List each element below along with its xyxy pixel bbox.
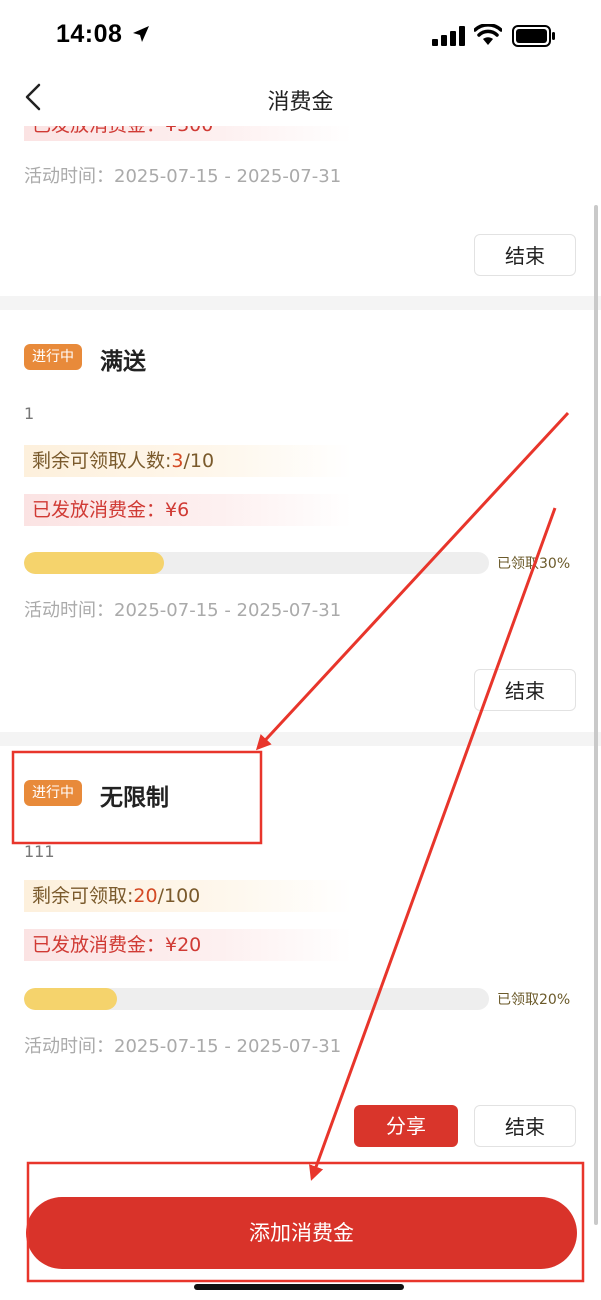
activity-time: 活动时间：2025-07-15 - 2025-07-31	[24, 162, 341, 188]
activity-time: 活动时间：2025-07-15 - 2025-07-31	[24, 1032, 341, 1058]
add-consumption-credit-button[interactable]: 添加消费金	[26, 1197, 577, 1269]
remaining-value: 20	[133, 885, 158, 907]
activity-time-range: 2025-07-15 - 2025-07-31	[114, 166, 342, 187]
remaining-count: 剩余可领取:20/100	[24, 880, 352, 912]
card-divider	[0, 732, 601, 746]
activity-time-label: 活动时间：	[24, 600, 114, 621]
progress-fill	[24, 988, 117, 1010]
campaign-description: 1	[24, 404, 35, 423]
campaign-card: 进行中 无限制 111 剩余可领取:20/100 已发放消费金：¥20 已领取2…	[0, 746, 601, 1160]
page-title: 消费金	[267, 90, 334, 115]
scrollbar[interactable]	[594, 205, 598, 1225]
campaign-title: 满送	[100, 349, 146, 375]
progress-text: 已领取30%	[497, 556, 571, 572]
issued-amount: 已发放消费金：¥20	[24, 929, 352, 961]
location-arrow-icon	[133, 26, 149, 42]
campaign-card: 已发放消费金：¥300 活动时间：2025-07-15 - 2025-07-31…	[0, 126, 601, 296]
remaining-label: 剩余可领取:	[32, 885, 134, 907]
nav-bar: 消费金	[0, 70, 601, 126]
status-bar: 14:08	[0, 0, 601, 70]
activity-time-range: 2025-07-15 - 2025-07-31	[114, 1036, 342, 1057]
issued-amount: 已发放消费金：¥300	[24, 126, 352, 141]
progress-bar	[24, 988, 489, 1010]
remaining-total: /100	[157, 885, 201, 907]
cellular-signal-icon	[432, 26, 465, 46]
end-button[interactable]: 结束	[474, 1105, 576, 1147]
share-button[interactable]: 分享	[354, 1105, 458, 1147]
card-divider	[0, 296, 601, 310]
progress-fill	[24, 552, 164, 574]
remaining-count: 剩余可领取人数:3/10	[24, 445, 352, 477]
campaign-description: 111	[24, 842, 55, 861]
status-badge: 进行中	[24, 344, 82, 370]
activity-time-range: 2025-07-15 - 2025-07-31	[114, 600, 342, 621]
remaining-total: /10	[183, 450, 215, 472]
activity-time-label: 活动时间：	[24, 1036, 114, 1057]
end-button[interactable]: 结束	[474, 669, 576, 711]
status-time: 14:08	[56, 20, 123, 48]
remaining-label: 剩余可领取人数:	[32, 450, 172, 472]
remaining-value: 3	[171, 450, 184, 472]
progress-text: 已领取20%	[497, 992, 571, 1008]
home-indicator	[194, 1284, 404, 1290]
wifi-icon	[474, 24, 502, 45]
activity-time: 活动时间：2025-07-15 - 2025-07-31	[24, 596, 341, 622]
end-button[interactable]: 结束	[474, 234, 576, 276]
campaign-title: 无限制	[100, 785, 169, 811]
campaign-card: 进行中 满送 1 剩余可领取人数:3/10 已发放消费金：¥6 已领取30% 活…	[0, 310, 601, 732]
campaign-list[interactable]: 已发放消费金：¥300 活动时间：2025-07-15 - 2025-07-31…	[0, 126, 601, 1160]
activity-time-label: 活动时间：	[24, 166, 114, 187]
progress-bar	[24, 552, 489, 574]
battery-icon	[512, 25, 555, 47]
status-badge: 进行中	[24, 780, 82, 806]
issued-amount: 已发放消费金：¥6	[24, 494, 352, 526]
